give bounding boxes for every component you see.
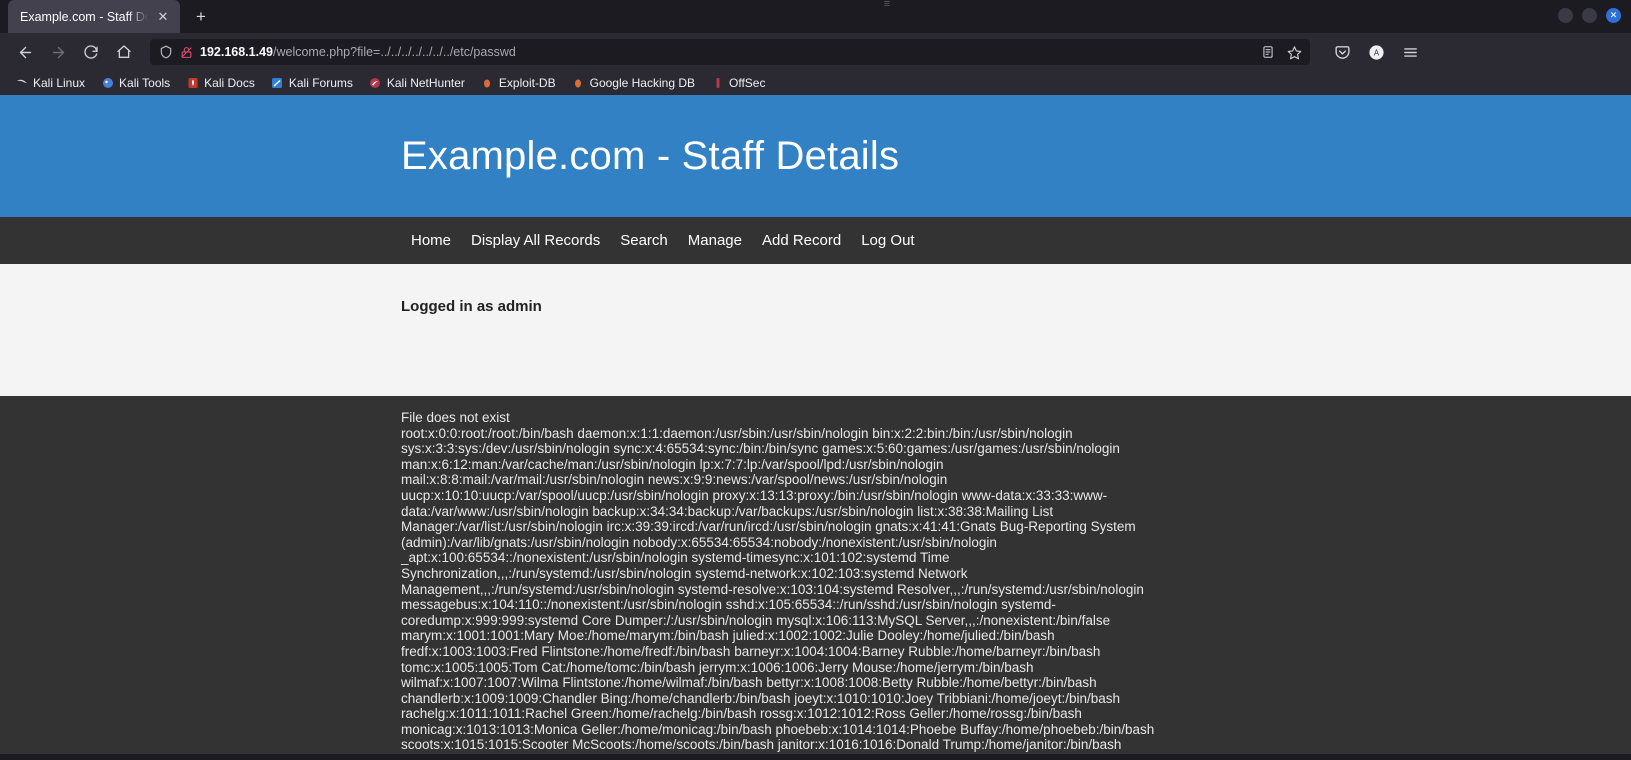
window-controls: ✕ (1558, 8, 1631, 33)
browser-tab-active[interactable]: Example.com - Staff Details ✕ (8, 0, 180, 33)
reader-mode-icon[interactable] (1257, 41, 1279, 63)
bookmark-label: Kali NetHunter (386, 76, 465, 90)
page-viewport: Example.com - Staff Details Home Display… (0, 95, 1631, 760)
kali-tools-icon (101, 77, 114, 90)
bookmark-label: Kali Linux (33, 76, 86, 90)
passwd-file-contents: root:x:0:0:root:/root:/bin/bash daemon:x… (401, 425, 1155, 760)
bookmark-exploit-db[interactable]: Exploit-DB (474, 74, 563, 92)
forward-button[interactable] (43, 37, 73, 67)
site-navigation: Home Display All Records Search Manage A… (0, 217, 1631, 264)
tab-strip: Example.com - Staff Details ✕ + ≡ ✕ (0, 0, 1631, 33)
bookmark-google-hacking-db[interactable]: Google Hacking DB (565, 74, 702, 92)
nav-item-search[interactable]: Search (610, 232, 678, 249)
home-button[interactable] (109, 37, 139, 67)
bookmark-label: Kali Docs (204, 76, 255, 90)
bookmark-kali-linux[interactable]: Kali Linux (8, 74, 92, 92)
kali-dragon-icon (15, 77, 28, 90)
address-bar[interactable]: 192.168.1.49/welcome.php?file=../../../.… (150, 39, 1310, 65)
nav-item-log-out[interactable]: Log Out (851, 232, 924, 249)
browser-window: Example.com - Staff Details ✕ + ≡ ✕ (0, 0, 1631, 760)
file-error-message: File does not exist (401, 410, 510, 425)
address-bar-icons (1257, 41, 1305, 63)
page-title: Example.com - Staff Details (401, 133, 900, 178)
bookmark-kali-docs[interactable]: Kali Docs (179, 74, 262, 92)
bookmark-label: Google Hacking DB (589, 76, 695, 90)
toolbar-right-buttons: A (1321, 37, 1425, 67)
tab-title: Example.com - Staff Details (20, 9, 148, 24)
kali-docs-icon (186, 77, 199, 90)
site-header-banner: Example.com - Staff Details (0, 95, 1631, 217)
bookmark-kali-nethunter[interactable]: Kali NetHunter (362, 74, 472, 92)
navigation-toolbar: 192.168.1.49/welcome.php?file=../../../.… (0, 33, 1631, 71)
ghdb-icon (572, 77, 585, 90)
nav-item-home[interactable]: Home (401, 232, 461, 249)
nav-item-display-all-records[interactable]: Display All Records (461, 232, 610, 249)
reload-button[interactable] (76, 37, 106, 67)
url-text[interactable]: 192.168.1.49/welcome.php?file=../../../.… (200, 45, 1250, 59)
nethunter-icon (369, 77, 382, 90)
bookmark-star-icon[interactable] (1283, 41, 1305, 63)
logged-in-status: Logged in as admin (401, 298, 542, 315)
titlebar-drag-area: ≡ (216, 0, 1558, 33)
exploitdb-icon (481, 77, 494, 90)
new-tab-button[interactable]: + (186, 1, 216, 31)
bookmark-label: Kali Tools (119, 76, 171, 90)
window-maximize-button[interactable] (1582, 8, 1597, 23)
window-close-button[interactable]: ✕ (1606, 8, 1621, 23)
bookmark-kali-forums[interactable]: Kali Forums (264, 74, 360, 92)
window-bottom-edge (0, 754, 1631, 760)
insecure-lock-icon[interactable] (180, 46, 193, 59)
hamburger-menu-icon[interactable] (1395, 37, 1425, 67)
svg-text:A: A (1373, 48, 1379, 57)
bookmark-label: OffSec (729, 76, 766, 90)
tracking-shield-icon[interactable] (159, 45, 173, 59)
nav-item-manage[interactable]: Manage (678, 232, 752, 249)
bookmark-kali-tools[interactable]: Kali Tools (94, 74, 177, 92)
url-path: /welcome.php?file=../../../../../../../e… (273, 45, 516, 59)
bookmark-label: Kali Forums (288, 76, 353, 90)
pocket-icon[interactable] (1327, 37, 1357, 67)
bookmark-offsec[interactable]: OffSec (704, 74, 772, 92)
url-host: 192.168.1.49 (200, 45, 273, 59)
nav-item-add-record[interactable]: Add Record (752, 232, 851, 249)
window-drag-handle-icon: ≡ (883, 0, 891, 10)
session-panel: Logged in as admin (0, 264, 1631, 396)
bookmarks-bar: Kali Linux Kali Tools Kali Docs Kali For… (0, 71, 1631, 95)
file-output-panel: File does not exist root:x:0:0:root:/roo… (0, 396, 1631, 760)
bookmark-label: Exploit-DB (498, 76, 556, 90)
tab-close-icon[interactable]: ✕ (154, 8, 172, 26)
back-button[interactable] (10, 37, 40, 67)
window-minimize-button[interactable] (1558, 8, 1573, 23)
offsec-icon (711, 77, 724, 90)
kali-forums-icon (271, 77, 284, 90)
account-icon[interactable]: A (1361, 37, 1391, 67)
